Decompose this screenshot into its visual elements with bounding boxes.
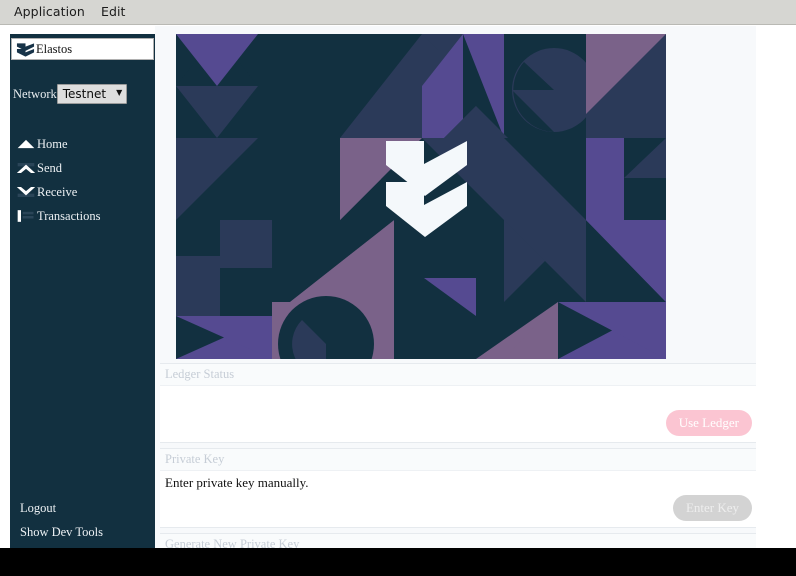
section-actions-ledger-status: Use Ledger <box>160 406 756 442</box>
section-title-private-key: Private Key <box>160 449 756 471</box>
sidebar-item-home[interactable]: Home <box>10 132 155 156</box>
sections-list: Ledger Status Use Ledger Private Key Ent… <box>160 363 756 548</box>
menu-bar: Application Edit <box>0 0 796 25</box>
network-label: Network <box>13 86 57 101</box>
content-area: Ledger Status Use Ledger Private Key Ent… <box>155 26 756 548</box>
sidebar-item-label-transactions: Transactions <box>37 208 101 223</box>
sidebar-item-logout[interactable]: Logout <box>10 497 155 522</box>
section-body-private-key: Enter private key manually. <box>160 471 756 491</box>
elastos-chevrons-icon <box>16 42 35 57</box>
network-select-value: Testnet <box>62 87 107 101</box>
brand-name: Elastos <box>36 41 73 56</box>
sidebar-item-label-home: Home <box>37 136 68 151</box>
app-body: Elastos Network Testnet ▼ Home Send Rece… <box>0 26 796 548</box>
sidebar-item-receive[interactable]: Receive <box>10 180 155 204</box>
section-body-ledger-status <box>160 386 756 406</box>
sidebar: Elastos Network Testnet ▼ Home Send Rece… <box>10 34 155 548</box>
section-private-key: Private Key Enter private key manually. … <box>160 448 756 529</box>
sidebar-item-show-dev-tools[interactable]: Show Dev Tools <box>10 521 155 546</box>
geometric-pattern-artwork <box>176 34 666 359</box>
sidebar-item-send[interactable]: Send <box>10 156 155 180</box>
send-chevron-up-icon <box>16 163 36 173</box>
network-selector-row: Network Testnet ▼ <box>10 84 155 104</box>
sidebar-item-label-receive: Receive <box>37 184 78 199</box>
section-title-ledger-status: Ledger Status <box>160 364 756 386</box>
network-select[interactable]: Testnet ▼ <box>56 84 128 104</box>
enter-key-button[interactable]: Enter Key <box>672 495 752 522</box>
sidebar-item-transactions[interactable]: Transactions <box>10 204 155 228</box>
sidebar-item-label-send: Send <box>37 160 62 175</box>
transactions-bars-icon <box>17 210 34 222</box>
hero-banner <box>176 34 666 359</box>
chevron-down-icon: ▼ <box>116 88 123 97</box>
menu-item-application[interactable]: Application <box>8 2 95 22</box>
section-title-generate-new-private-key: Generate New Private Key <box>160 534 756 548</box>
sidebar-nav: Home Send Receive Transactions <box>10 132 155 228</box>
application-window: Application Edit Elastos Network Testnet… <box>0 0 796 548</box>
use-ledger-button[interactable]: Use Ledger <box>665 410 752 436</box>
section-actions-private-key: Enter Key <box>160 491 756 527</box>
os-bottom-bar <box>0 548 796 576</box>
sidebar-footer: Logout Show Dev Tools <box>10 497 155 547</box>
section-ledger-status: Ledger Status Use Ledger <box>160 363 756 443</box>
section-generate-new-private-key: Generate New Private Key Generate new pr… <box>160 533 756 548</box>
section-text-private-key: Enter private key manually. <box>165 475 309 490</box>
brand-header[interactable]: Elastos <box>11 38 154 60</box>
menu-item-edit[interactable]: Edit <box>95 2 136 22</box>
receive-chevron-down-icon <box>16 187 36 197</box>
home-chevron-up-icon <box>17 139 35 149</box>
